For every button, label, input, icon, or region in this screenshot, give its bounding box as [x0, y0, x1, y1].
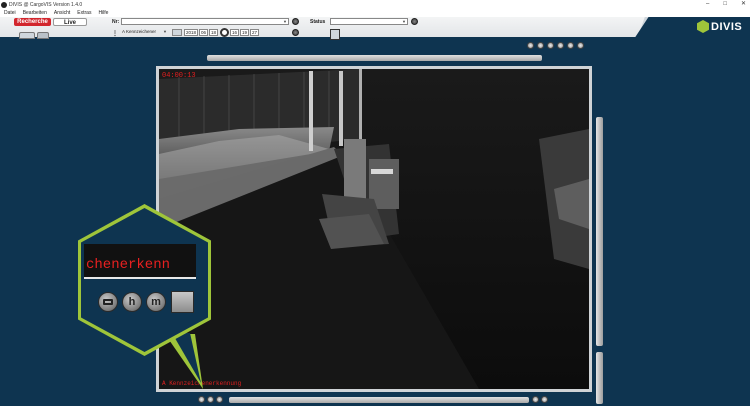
- minute-button[interactable]: m: [146, 292, 166, 312]
- callout-underline: [84, 277, 196, 279]
- square-button[interactable]: [171, 291, 194, 313]
- film-icon: [103, 299, 113, 305]
- callout-pointer: [165, 333, 203, 389]
- callout-zoom-text: chenerkenn: [86, 257, 171, 273]
- hour-button[interactable]: h: [122, 292, 142, 312]
- callout-text-box: chenerkenn: [84, 244, 196, 278]
- film-button[interactable]: [98, 292, 118, 312]
